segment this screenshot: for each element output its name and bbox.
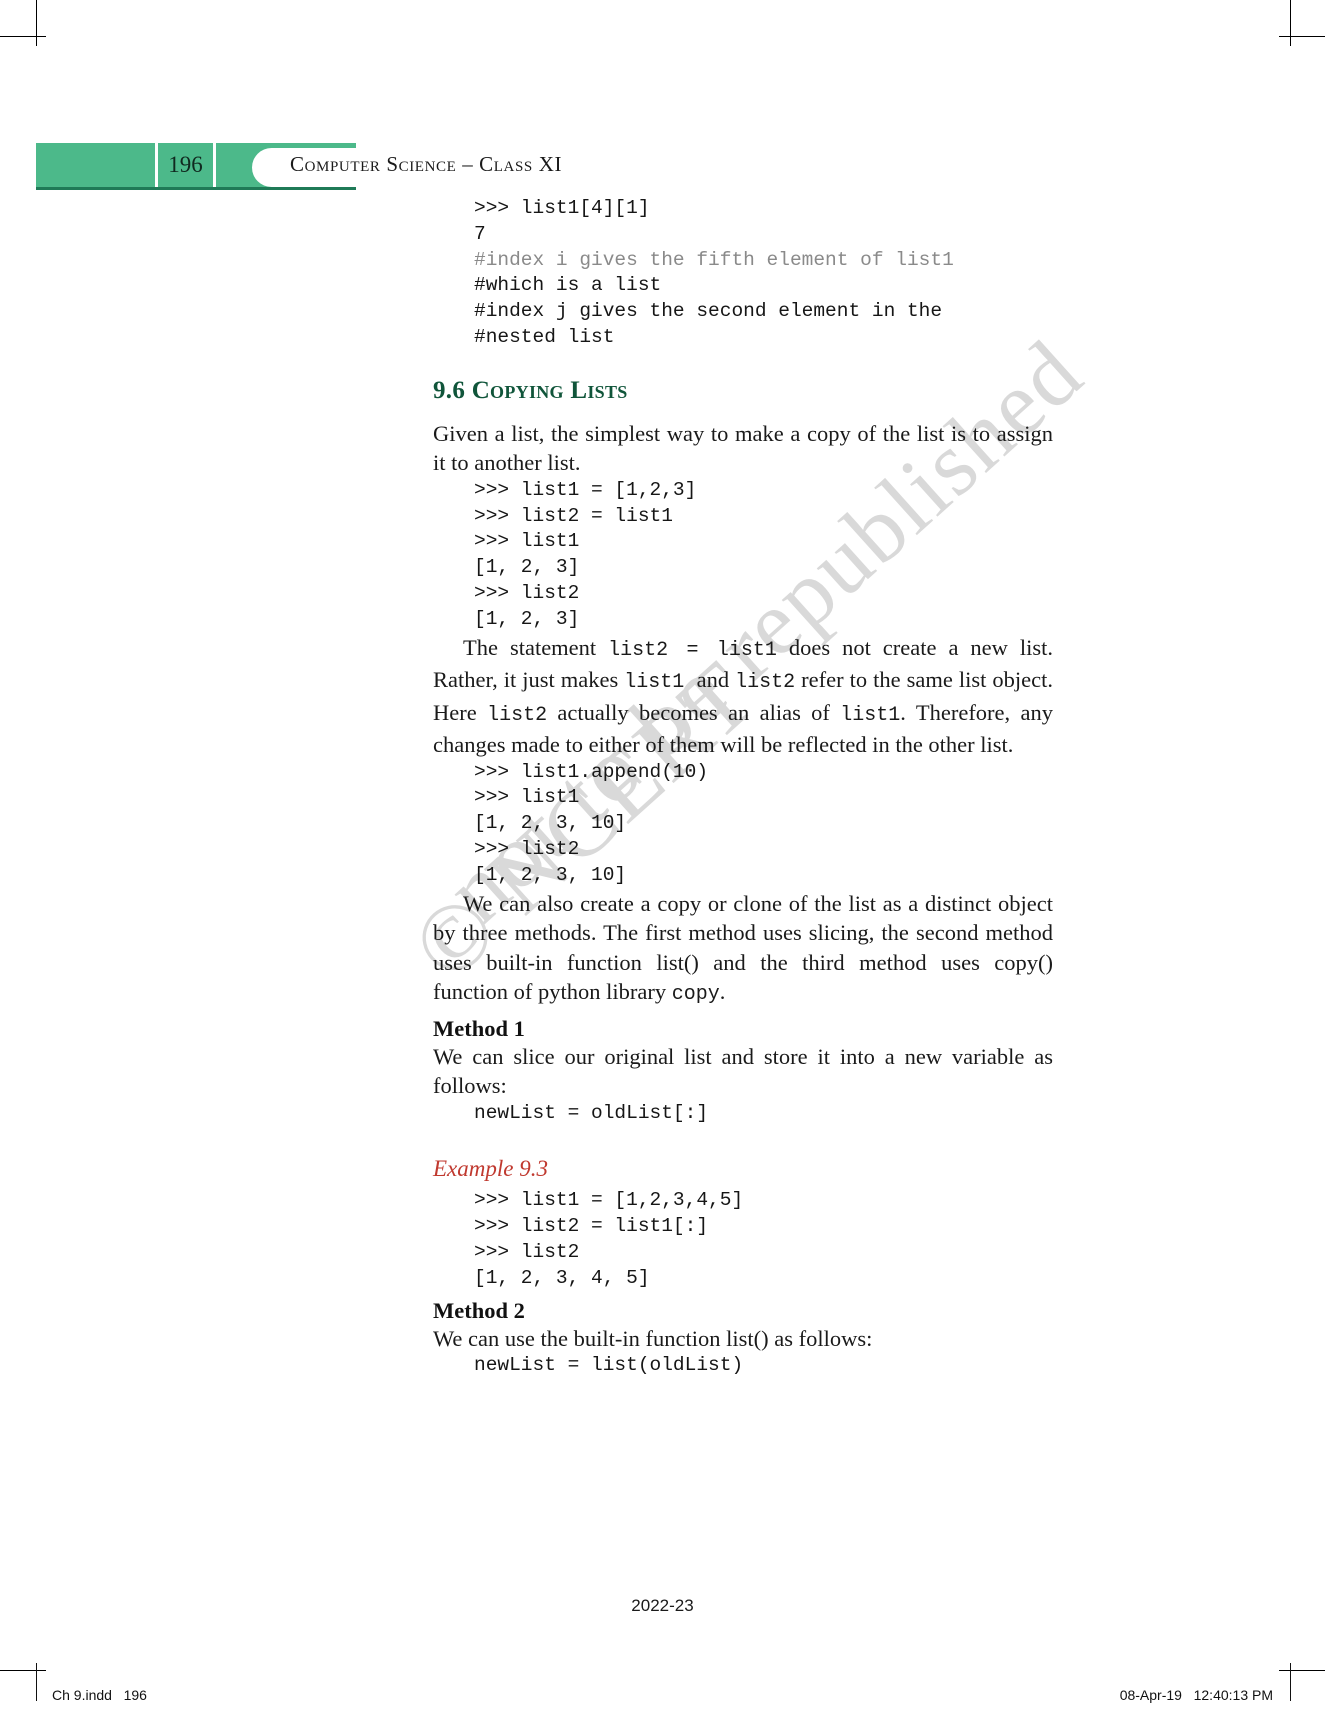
code-line-comment: #which is a list: [474, 274, 662, 297]
code-line: >>> list1[4][1]: [474, 197, 650, 219]
code-line: >>> list1 = [1,2,3]: [474, 478, 697, 501]
code-line: >>> list2: [474, 1240, 580, 1263]
code-line: >>> list2: [474, 581, 580, 604]
footer-rule-right: [1290, 1663, 1291, 1701]
inline-code: copy: [671, 983, 720, 1007]
method-1-code: newList = oldList[:]: [474, 1101, 709, 1124]
crop-mark-left-top: [0, 36, 46, 37]
text-run: We can also create a copy or clone of th…: [433, 890, 1053, 1005]
code-line: [1, 2, 3]: [474, 607, 580, 630]
method-2-text: We can use the built-in function list() …: [433, 1325, 873, 1351]
inline-code: list1: [840, 703, 901, 727]
method-2-heading: Method 2: [433, 1297, 525, 1323]
inline-code: list2 = list1: [608, 638, 777, 662]
code-line: >>> list1: [474, 786, 580, 809]
crop-mark-right-top: [1279, 36, 1325, 37]
code-line-comment: #nested list: [474, 325, 615, 348]
paragraph-clone: We can also create a copy or clone of th…: [433, 889, 1053, 1010]
paragraph-alias: The statement list2 = list1 does not cre…: [433, 633, 1053, 760]
footer-filename: Ch 9.indd 196: [52, 1687, 147, 1703]
code-line: >>> list1 = [1,2,3,4,5]: [474, 1189, 744, 1212]
page-content: >>> list1[4][1] 7 #index i gives the fif…: [433, 196, 1053, 1379]
text-run: actually becomes an alias of: [547, 699, 841, 725]
section-title: Copying Lists: [471, 376, 628, 404]
code-line: >>> list2: [474, 837, 580, 860]
crop-mark-left-bottom: [0, 1670, 46, 1671]
textbook-page: © NCERT not to be republished 196 Comput…: [0, 0, 1325, 1723]
code-block-example: >>> list1 = [1,2,3,4,5] >>> list2 = list…: [433, 1188, 1053, 1291]
section-number: 9.6: [433, 376, 472, 404]
code-line-comment: #index j gives the second element in the: [474, 300, 943, 323]
text-run: and: [696, 667, 736, 693]
code-block-append: >>> list1.append(10) >>> list1 [1, 2, 3,…: [433, 760, 1053, 889]
section-heading: 9.6 Copying Lists: [433, 377, 1053, 405]
text-run: The statement: [463, 634, 609, 660]
page-number: 196: [168, 152, 203, 177]
code-line: [1, 2, 3, 10]: [474, 812, 627, 835]
method-1-heading: Method 1: [433, 1015, 525, 1041]
method-2-code: newList = list(oldList): [474, 1354, 744, 1377]
year-mark: 2022-23: [631, 1596, 694, 1615]
code-line: >>> list1: [474, 530, 580, 553]
text-run: .: [719, 979, 726, 1005]
running-title: Computer Science – Class XI: [290, 152, 563, 176]
example-label: Example 9.3: [433, 1156, 548, 1182]
code-line: [1, 2, 3, 4, 5]: [474, 1266, 650, 1289]
inline-code: list2: [735, 671, 796, 695]
code-line: 7: [474, 222, 486, 245]
paragraph-intro: Given a list, the simplest way to make a…: [433, 420, 1053, 476]
code-line: [1, 2, 3]: [474, 556, 580, 579]
crop-mark-top-left: [36, 0, 37, 46]
header-block-left: [36, 143, 155, 187]
footer-rule-left: [36, 1663, 37, 1701]
code-block-indexing: >>> list1[4][1] 7 #index i gives the fif…: [433, 196, 1053, 351]
code-line: >>> list2 = list1[:]: [474, 1215, 709, 1238]
code-block-assign: >>> list1 = [1,2,3] >>> list2 = list1 >>…: [433, 478, 1053, 633]
footer-timestamp: 08-Apr-19 12:40:13 PM: [1119, 1687, 1273, 1703]
code-line-comment: #index i gives the fifth element of list…: [474, 248, 954, 271]
inline-code: list1: [624, 671, 697, 695]
inline-code: list2: [487, 703, 548, 727]
method-1-text: We can slice our original list and store…: [433, 1043, 1053, 1099]
crop-mark-top-right: [1290, 0, 1291, 46]
crop-mark-right-bottom: [1279, 1670, 1325, 1671]
code-line: [1, 2, 3, 10]: [474, 863, 627, 886]
header-rule: [36, 187, 356, 190]
code-line: >>> list2 = list1: [474, 504, 673, 527]
code-line: >>> list1.append(10): [474, 760, 709, 783]
